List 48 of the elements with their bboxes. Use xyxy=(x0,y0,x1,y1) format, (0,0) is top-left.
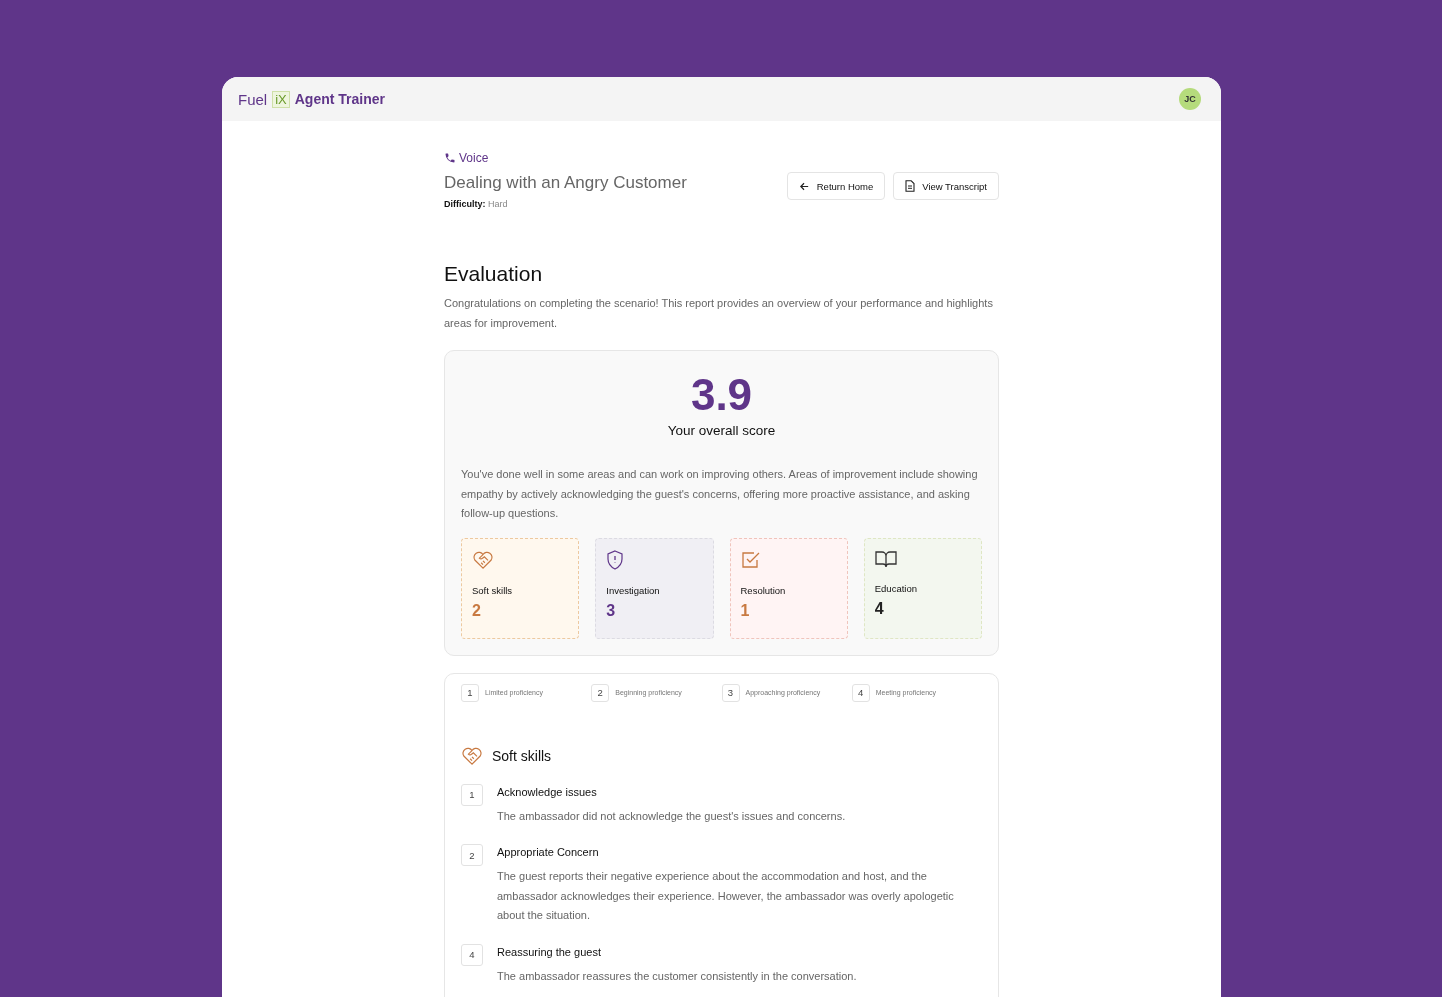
category-score: 2 xyxy=(472,601,481,620)
category-name: Education xyxy=(874,582,917,594)
shield-alert-icon xyxy=(606,549,625,570)
brand-mark: iX xyxy=(272,90,290,108)
item-score: 2 xyxy=(461,844,483,866)
channel-label: Voice xyxy=(459,151,489,165)
item-score: 1 xyxy=(461,783,483,806)
level-number: 3 xyxy=(721,683,740,702)
heart-handshake-icon xyxy=(461,745,483,766)
category-score: 3 xyxy=(606,601,616,620)
item-title: Acknowledge issues xyxy=(497,785,598,798)
section-title: Soft skills xyxy=(492,747,552,764)
back-arrow-icon xyxy=(798,180,810,192)
item-description: The guest reports their negative experience about the accommodation and host, and the ambassador acknowledges their experience. However, the ambassador was overly apologetic about the situation. xyxy=(497,869,955,923)
category-score: 1 xyxy=(740,601,750,620)
item-score: 4 xyxy=(461,943,483,966)
level-number: 1 xyxy=(461,683,479,702)
document-icon xyxy=(905,180,916,192)
category-name: Investigation xyxy=(606,584,660,596)
scenario-title: Dealing with an Angry Customer xyxy=(444,173,687,193)
phone-icon xyxy=(444,152,456,164)
evaluation-heading: Evaluation xyxy=(444,262,544,286)
category-card[interactable]: Resolution 1 xyxy=(729,537,848,639)
view-transcript-button[interactable]: View Transcript xyxy=(893,172,999,200)
item-description: The ambassador did not acknowledge the guest's issues and concerns. xyxy=(497,808,846,824)
item-description: The ambassador reassures the customer consistently in the conversation. xyxy=(497,968,857,984)
brand-name: Fuel xyxy=(238,90,268,108)
user-avatar[interactable]: JC xyxy=(1179,88,1201,110)
category-name: Soft skills xyxy=(472,584,513,596)
checkbox-icon xyxy=(740,549,761,570)
category-name: Resolution xyxy=(740,584,786,596)
difficulty-text: Difficulty: Hard xyxy=(444,199,509,209)
heart-handshake-icon xyxy=(472,549,494,570)
category-score: 4 xyxy=(874,599,884,618)
category-card[interactable]: Investigation 3 xyxy=(595,537,714,639)
category-card[interactable]: Soft skills 2 xyxy=(461,537,580,639)
product-name: Agent Trainer xyxy=(294,91,385,107)
level-number: 4 xyxy=(851,683,870,702)
item-title: Appropriate Concern xyxy=(497,846,600,858)
score-summary: You've done well in some areas and can work on improving others. Areas of improvement include showing empathy by actively acknowledging the guest's concerns, offering more proactive assistance, and asking follow-up questions. xyxy=(461,467,979,521)
book-icon xyxy=(874,549,897,568)
category-card[interactable]: Education 4 xyxy=(863,537,982,639)
return-home-button[interactable]: Return Home xyxy=(786,172,886,200)
level-number: 2 xyxy=(591,683,610,702)
overall-score: 3.9 xyxy=(689,369,754,421)
evaluation-intro: Congratulations on completing the scenario! This report provides an overview of your performance and highlights areas for improvement. xyxy=(444,296,994,331)
score-label: Your overall score xyxy=(666,423,777,438)
item-title: Reassuring the guest xyxy=(497,945,602,958)
